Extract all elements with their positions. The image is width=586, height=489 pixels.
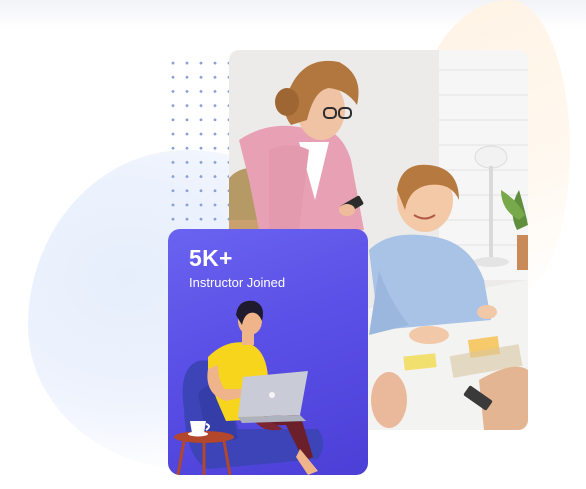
instructor-stat-card: 5K+ Instructor Joined <box>168 229 368 475</box>
instructor-laptop-illustration <box>174 300 323 475</box>
dot-grid-decoration <box>166 56 236 224</box>
